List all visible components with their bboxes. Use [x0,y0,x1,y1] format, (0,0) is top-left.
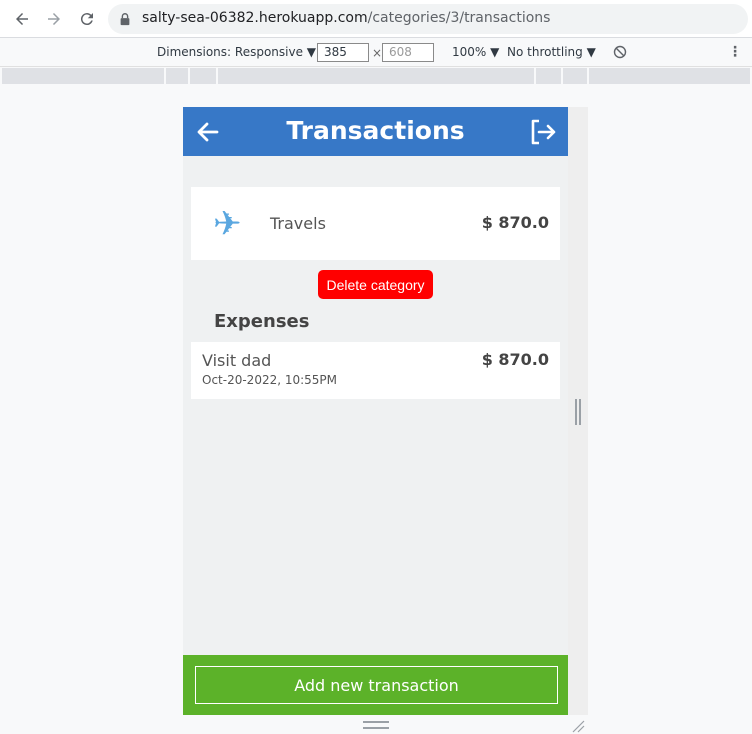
reload-icon[interactable] [76,8,98,30]
transaction-row[interactable]: Visit dad Oct-20-2022, 10:55PM $ 870.0 [191,342,560,399]
more-options-icon[interactable]: ⋮ [728,44,742,60]
add-transaction-bar: Add new transaction [183,655,568,715]
logout-icon[interactable] [529,118,557,146]
category-card: ✈ Travels $ 870.0 [191,187,560,260]
media-query-ruler[interactable] [2,68,750,84]
url-host: salty-sea-06382.herokuapp.com [142,10,368,26]
rotate-icon[interactable] [613,45,627,59]
airplane-icon: ✈ [213,204,242,244]
app-header: Transactions [183,107,568,156]
browser-address-bar: salty-sea-06382.herokuapp.com/categories… [0,0,752,38]
width-input[interactable]: 385 [317,43,369,62]
transaction-amount: $ 870.0 [481,350,549,369]
viewport-width-resize-handle[interactable] [575,399,581,425]
throttling-dropdown[interactable]: No throttling ▼ [507,45,596,59]
forward-arrow-icon[interactable] [43,8,65,30]
expenses-heading: Expenses [214,311,310,332]
device-toolbar: Dimensions: Responsive ▼ 385 × 608 100% … [0,38,752,67]
dimension-separator: × [372,46,383,60]
delete-category-button[interactable]: Delete category [318,270,433,299]
url-field[interactable]: salty-sea-06382.herokuapp.com/categories… [108,4,748,34]
url-path: /categories/3/transactions [367,10,551,26]
category-name: Travels [270,214,326,233]
page-title: Transactions [286,116,465,145]
category-total: $ 870.0 [481,213,549,232]
lock-icon[interactable] [118,12,132,26]
device-viewport: Transactions ✈ Travels $ 870.0 Delete ca… [183,107,568,715]
viewport-height-resize-handle[interactable] [363,721,389,729]
url-text: salty-sea-06382.herokuapp.com/categories… [142,10,550,26]
transaction-name: Visit dad [202,351,272,370]
corner-resize-icon[interactable] [571,719,585,733]
zoom-dropdown[interactable]: 100% ▼ [452,45,499,59]
transaction-date: Oct-20-2022, 10:55PM [202,373,338,387]
add-transaction-button[interactable]: Add new transaction [195,666,558,704]
back-arrow-icon[interactable] [11,8,33,30]
dimensions-dropdown[interactable]: Dimensions: Responsive ▼ [157,45,316,59]
height-input[interactable]: 608 [382,43,434,62]
